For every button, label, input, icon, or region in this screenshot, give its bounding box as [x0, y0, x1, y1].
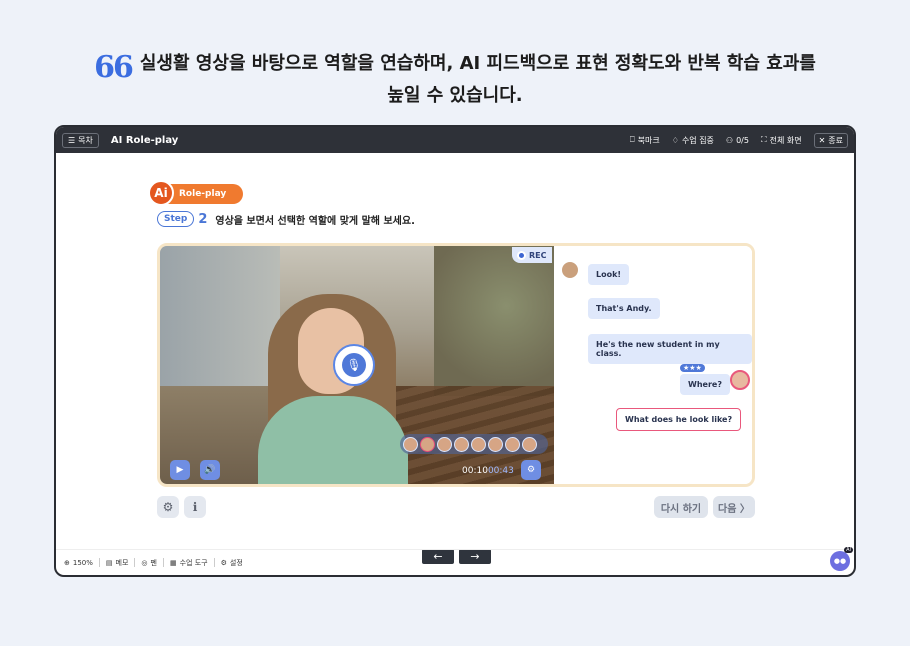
step-number: 2: [198, 211, 208, 227]
gear-icon: ⚙: [526, 465, 536, 475]
fullscreen-button[interactable]: ⛶ 전체 화면: [761, 135, 802, 146]
character-avatar[interactable]: [488, 436, 503, 452]
character-avatar[interactable]: [505, 436, 520, 452]
participants-counter[interactable]: ⚇ 0/5: [726, 136, 749, 145]
tools-label: 수업 도구: [179, 558, 208, 567]
volume-button[interactable]: 🔊: [200, 460, 220, 480]
settings-icon: ⚙: [220, 558, 227, 567]
time-total: 00:43: [487, 466, 514, 476]
memo-icon: ▤: [105, 558, 113, 567]
close-icon: ✕: [818, 135, 826, 145]
user-avatar: [730, 370, 750, 390]
rec-label: REC: [529, 250, 547, 260]
ai-logo-icon: Ai: [148, 180, 174, 206]
background-tree: [434, 246, 554, 396]
character-avatar[interactable]: [420, 436, 435, 452]
divider: [213, 558, 215, 567]
microphone-icon: 🎙: [342, 353, 366, 377]
info-button[interactable]: ℹ: [184, 496, 206, 518]
close-button[interactable]: ✕ 종료: [813, 132, 848, 148]
people-icon: ⚇: [725, 135, 734, 145]
person-shirt: [258, 396, 408, 484]
fullscreen-label: 전체 화면: [769, 135, 802, 145]
memo-label: 메모: [115, 558, 129, 567]
list-icon: ☰: [68, 135, 76, 145]
focus-button[interactable]: ♢ 수업 집중: [672, 135, 714, 146]
fullscreen-icon: ⛶: [760, 135, 767, 144]
pen-icon: ◎: [141, 558, 148, 567]
time-display: 00:1000:43: [462, 466, 514, 476]
progress-label: 0/5: [736, 135, 749, 145]
app-window: ☰ 목차 AI Role-play ⎕ 북마크 ♢ 수업 집중 ⚇ 0/5 ⛶ …: [54, 125, 856, 577]
character-avatar[interactable]: [522, 436, 537, 452]
background-building: [160, 246, 280, 386]
divider: [98, 558, 100, 567]
bookmark-icon: ⎕: [629, 135, 635, 144]
headline: 66 실생활 영상을 바탕으로 역할을 연습하며, AI 피드백으로 표현 정확도…: [0, 50, 910, 110]
logo-label: Role-play: [179, 189, 227, 199]
bookmark-label: 북마크: [637, 135, 660, 145]
chat-panel: Look! That's Andy. He's the new student …: [554, 246, 752, 484]
play-button[interactable]: ▶: [170, 460, 190, 480]
memo-button[interactable]: ▤ 메모: [106, 558, 129, 568]
app-title: AI Role-play: [110, 134, 179, 146]
chat-bubble: Where?: [680, 374, 730, 395]
speaker-avatar: [560, 260, 580, 280]
pen-label: 펜: [150, 558, 157, 567]
divider: [134, 558, 136, 567]
bulb-icon: ♢: [671, 135, 679, 145]
character-avatar[interactable]: [437, 436, 452, 452]
settings-label: 설정: [229, 558, 243, 567]
headline-line2: 높일 수 있습니다.: [387, 85, 523, 106]
settings-button[interactable]: ⚙: [157, 496, 179, 518]
zoom-label: 150%: [72, 558, 93, 567]
gear-icon: ⚙: [162, 500, 174, 514]
video-settings-button[interactable]: ⚙: [521, 460, 541, 480]
chat-bubble: Look!: [588, 264, 630, 285]
mic-button[interactable]: 🎙: [333, 344, 375, 386]
toc-label: 목차: [78, 135, 93, 145]
record-icon: [517, 250, 526, 260]
chat-bubble: He's the new student in my class.: [588, 334, 752, 364]
grid-icon: ▦: [169, 558, 177, 567]
ai-tag: AI: [844, 547, 853, 553]
toc-button[interactable]: ☰ 목차: [62, 132, 99, 148]
robot-icon: ●●: [833, 557, 847, 565]
play-icon: ▶: [176, 465, 184, 475]
bottom-bar: ⊕ 150% ▤ 메모 ◎ 펜 ▦ 수업 도구 ⚙ 설정: [56, 549, 854, 575]
settings-menu-button[interactable]: ⚙ 설정: [221, 558, 243, 568]
next-button[interactable]: 다음 〉: [713, 496, 755, 518]
quote-icon: 66: [94, 50, 134, 85]
video-player[interactable]: 🎙 ▶ 🔊 00:1000:43 ⚙: [160, 246, 554, 484]
score-stars: ★★★: [680, 364, 705, 372]
rec-badge: REC: [512, 247, 552, 263]
chat-bubble-active: What does he look like?: [616, 408, 742, 431]
close-label: 종료: [828, 135, 843, 145]
roleplay-stage: 🎙 ▶ 🔊 00:1000:43 ⚙ REC Look! That's Andy…: [157, 243, 755, 487]
chat-bubble: That's Andy.: [588, 298, 660, 319]
tools-button[interactable]: ▦ 수업 도구: [170, 558, 208, 568]
info-icon: ℹ: [192, 500, 198, 514]
ai-assistant-button[interactable]: ●● AI: [830, 547, 853, 571]
volume-icon: 🔊: [204, 465, 216, 475]
instruction-text: 영상을 보면서 선택한 역할에 맞게 말해 보세요.: [215, 215, 415, 227]
divider: [162, 558, 164, 567]
step-badge: Step: [157, 211, 195, 227]
character-avatar[interactable]: [471, 436, 486, 452]
headline-line1: 실생활 영상을 바탕으로 역할을 연습하며, AI 피드백으로 표현 정확도와 …: [139, 53, 816, 74]
character-avatar[interactable]: [454, 436, 469, 452]
time-current: 00:10: [462, 466, 488, 476]
character-strip: [400, 434, 548, 454]
bookmark-button[interactable]: ⎕ 북마크: [630, 135, 660, 146]
zoom-icon: ⊕: [64, 558, 70, 567]
retry-button[interactable]: 다시 하기: [654, 496, 708, 518]
focus-label: 수업 집중: [681, 135, 714, 145]
zoom-button[interactable]: ⊕ 150%: [64, 559, 93, 567]
pen-button[interactable]: ◎ 펜: [141, 558, 157, 568]
top-bar: ☰ 목차 AI Role-play ⎕ 북마크 ♢ 수업 집중 ⚇ 0/5 ⛶ …: [56, 127, 854, 153]
character-avatar[interactable]: [403, 436, 418, 452]
step-row: Step 2 영상을 보면서 선택한 역할에 맞게 말해 보세요.: [157, 211, 415, 227]
